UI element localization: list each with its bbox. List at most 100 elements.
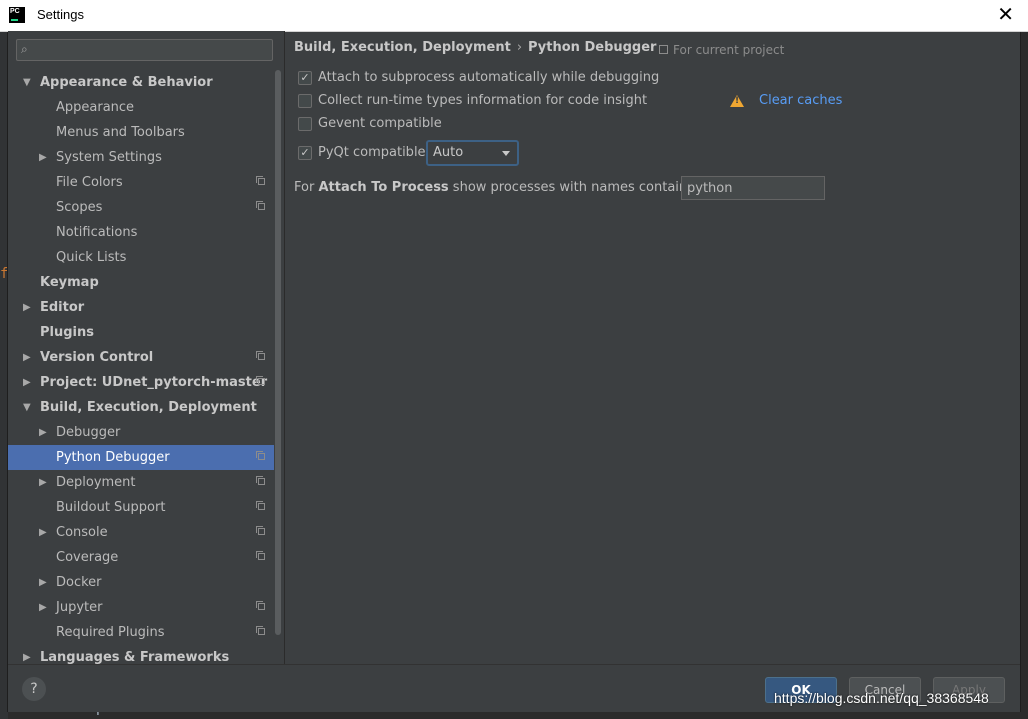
settings-tree: ▼ Appearance & Behavior Appearance Menus an… (8, 70, 274, 670)
project-scope-icon (256, 551, 265, 560)
sidebar-item[interactable]: ▶ Docker (8, 570, 274, 595)
sidebar-item[interactable]: ▶ Deployment (8, 470, 274, 495)
sidebar-item[interactable]: Scopes (8, 195, 274, 220)
settings-sidebar: ⌕ ▼ Appearance & Behavior Appearance Menus … (8, 31, 285, 665)
project-scope-icon (256, 176, 265, 185)
sidebar-item[interactable]: Coverage (8, 545, 274, 570)
checkbox-box[interactable]: ✓ (298, 146, 312, 160)
project-scope-icon (256, 501, 265, 510)
sidebar-item-label: Menus and Toolbars (56, 125, 185, 140)
sidebar-item-label: Jupyter (56, 600, 103, 615)
chevron-right-icon[interactable]: ▶ (39, 520, 47, 545)
pyqt-mode-select[interactable]: Auto (426, 140, 519, 166)
sidebar-item-label: File Colors (56, 175, 123, 190)
sidebar-item-label: System Settings (56, 150, 162, 165)
title-bar[interactable]: PC Settings ✕ (0, 0, 1028, 32)
sidebar-item[interactable]: ▶ Editor (8, 295, 274, 320)
sidebar-item-label: Project: UDnet_pytorch-master (40, 375, 268, 390)
sidebar-item[interactable]: ▶ Console (8, 520, 274, 545)
sidebar-item[interactable]: ▶ Project: UDnet_pytorch-master (8, 370, 274, 395)
process-label-bold: Attach To Process (318, 180, 449, 195)
chevron-right-icon[interactable]: ▶ (23, 295, 31, 320)
process-name-input[interactable] (681, 176, 825, 200)
sidebar-item-label: Editor (40, 300, 85, 315)
warning-mark: ! (735, 96, 740, 106)
sidebar-item[interactable]: Python Debugger (8, 445, 274, 470)
chevron-right-icon[interactable]: ▶ (39, 420, 47, 445)
sidebar-item-label: Scopes (56, 200, 103, 215)
pyqt-mode-value: Auto (433, 145, 464, 160)
editor-gutter (0, 0, 8, 719)
project-scope-icon (256, 526, 265, 535)
checkbox-box[interactable]: ✓ (298, 71, 312, 85)
window-title: Settings (37, 7, 84, 22)
pycharm-icon: PC (9, 7, 25, 23)
chevron-right-icon[interactable]: ▶ (39, 470, 47, 495)
process-label-suffix: show processes with names containing: (448, 180, 712, 195)
sidebar-item-label: Deployment (56, 475, 136, 490)
checkbox-label: Attach to subprocess automatically while… (318, 70, 660, 85)
sidebar-item[interactable]: Buildout Support (8, 495, 274, 520)
sidebar-item-label: Notifications (56, 225, 138, 240)
project-scope-icon (256, 351, 265, 360)
sidebar-item-label: Quick Lists (56, 250, 127, 265)
sidebar-item-label: Appearance (56, 100, 135, 115)
settings-dialog: PC Settings ✕ ⌕ ▼ Appearance & Behavior Ap… (0, 0, 1028, 712)
sidebar-item-label: Docker (56, 575, 102, 590)
chevron-right-icon[interactable]: ▶ (23, 345, 31, 370)
sidebar-item-label: Plugins (40, 325, 94, 340)
sidebar-scrollbar[interactable] (275, 70, 281, 635)
sidebar-item-label: Python Debugger (56, 450, 170, 465)
sidebar-item-label: Buildout Support (56, 500, 166, 515)
sidebar-item[interactable]: Required Plugins (8, 620, 274, 645)
clear-caches-link[interactable]: Clear caches (759, 93, 842, 108)
help-button[interactable]: ? (22, 677, 46, 701)
chevron-right-icon[interactable]: ▶ (39, 145, 47, 170)
sidebar-item[interactable]: Menus and Toolbars (8, 120, 274, 145)
sidebar-item[interactable]: Quick Lists (8, 245, 274, 270)
sidebar-item-label: Debugger (56, 425, 121, 440)
scrollbar-thumb[interactable] (275, 70, 281, 635)
search-input[interactable]: ⌕ (16, 39, 273, 61)
sidebar-item-label: Build, Execution, Deployment (40, 400, 257, 415)
breadcrumb: Build, Execution, Deployment › Python Debu… (294, 40, 656, 55)
sidebar-item-label: Appearance & Behavior (40, 75, 213, 90)
sidebar-item[interactable]: ▶ Version Control (8, 345, 274, 370)
checkbox-label: Collect run-time types information for c… (318, 93, 648, 108)
sidebar-item-label: Required Plugins (56, 625, 165, 640)
chevron-right-icon[interactable]: ▶ (39, 570, 47, 595)
project-scope-icon (256, 451, 265, 460)
breadcrumb-current: Python Debugger (528, 40, 657, 55)
sidebar-item-label: Console (56, 525, 108, 540)
chevron-right-icon[interactable]: ▶ (23, 370, 31, 395)
chevron-down-icon (502, 151, 510, 156)
checkbox-box[interactable] (298, 117, 312, 131)
sidebar-item[interactable]: ▼ Appearance & Behavior (8, 70, 274, 95)
close-icon[interactable]: ✕ (997, 4, 1014, 24)
chevron-right-icon[interactable]: ▶ (39, 595, 47, 620)
breadcrumb-separator: › (516, 40, 523, 55)
sidebar-item[interactable]: ▼ Build, Execution, Deployment (8, 395, 274, 420)
chevron-down-icon[interactable]: ▼ (23, 70, 31, 95)
sidebar-item[interactable]: ▶ Jupyter (8, 595, 274, 620)
for-current-project-label: For current project (673, 43, 785, 57)
sidebar-item-label: Version Control (40, 350, 154, 365)
for-current-project: For current project (659, 43, 784, 57)
sidebar-item-label: Coverage (56, 550, 119, 565)
chevron-down-icon[interactable]: ▼ (23, 395, 31, 420)
sidebar-item[interactable]: ▶ System Settings (8, 145, 274, 170)
sidebar-item[interactable]: Appearance (8, 95, 274, 120)
breadcrumb-parent[interactable]: Build, Execution, Deployment (294, 40, 511, 55)
sidebar-item[interactable]: Keymap (8, 270, 274, 295)
project-scope-icon (256, 626, 265, 635)
settings-content: Build, Execution, Deployment › Python Debu… (285, 31, 1020, 664)
checkbox-box[interactable] (298, 94, 312, 108)
sidebar-item[interactable]: File Colors (8, 170, 274, 195)
sidebar-item[interactable]: ▶ Debugger (8, 420, 274, 445)
sidebar-item[interactable]: Notifications (8, 220, 274, 245)
sidebar-item[interactable]: Plugins (8, 320, 274, 345)
sidebar-item-label: Keymap (40, 275, 99, 290)
project-scope-icon (256, 601, 265, 610)
project-scope-icon (256, 201, 265, 210)
checkbox-label: Gevent compatible (318, 116, 442, 131)
